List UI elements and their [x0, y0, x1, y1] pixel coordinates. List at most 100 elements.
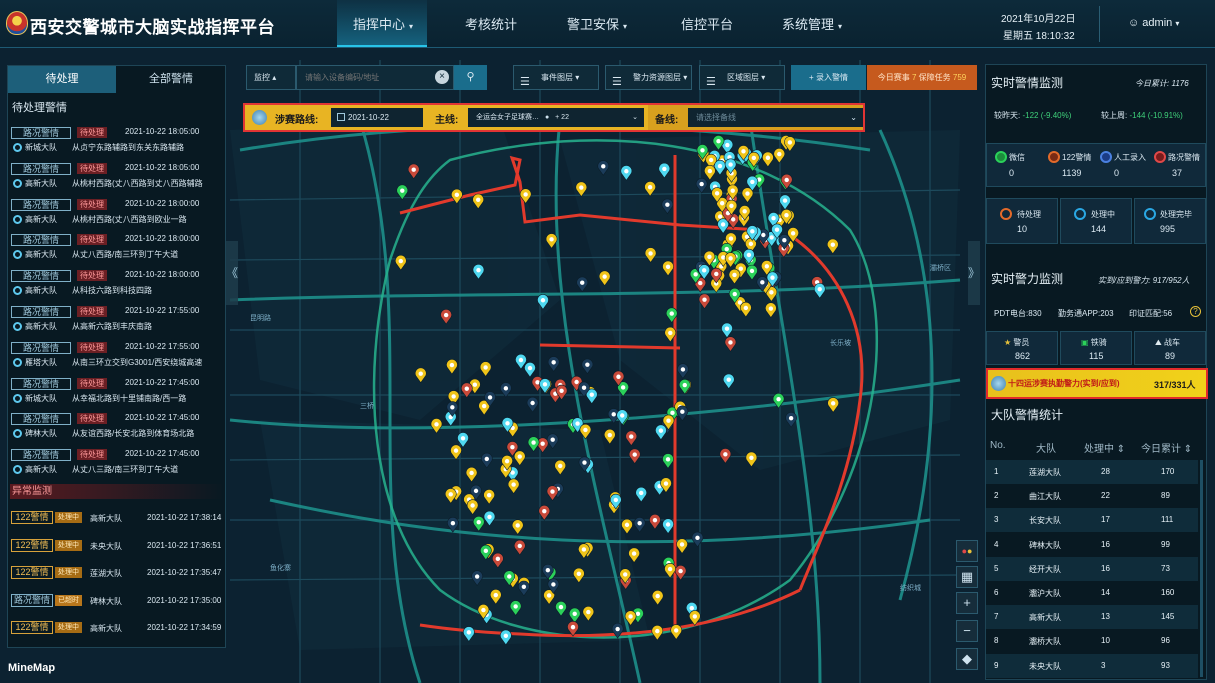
status-card-done[interactable]: 处理完毕 995: [1134, 198, 1206, 244]
anomaly-status-badge: 处理中: [55, 539, 82, 551]
map-marker-center: [742, 209, 747, 214]
clear-icon[interactable]: ×: [435, 70, 449, 84]
search-input[interactable]: [296, 65, 454, 90]
help-icon[interactable]: ?: [1190, 306, 1201, 317]
police-layer-button[interactable]: ☰ 警力资源图层 ▾: [605, 65, 692, 90]
table-row[interactable]: 7 高新大队 13 145: [986, 605, 1198, 630]
anomaly-list-item[interactable]: 路况警情 已超时 碑林大队 2021-10-22 17:35:00: [8, 589, 227, 613]
alarm-time: 2021-10-22 17:45:00: [125, 377, 200, 387]
alarm-list-item[interactable]: 路况警情 待处理 2021-10-22 18:05:00 新城大队 从贞宁东路辅路到东关…: [8, 124, 227, 160]
route-label: 涉赛路线:: [275, 115, 319, 126]
table-row[interactable]: 1 莲湖大队 28 170: [986, 460, 1198, 484]
username: admin: [1142, 17, 1173, 29]
row-total: 73: [1161, 563, 1170, 573]
record-alarm-button[interactable]: + 录入警情: [791, 65, 866, 90]
alarm-list-item[interactable]: 路况警情 待处理 2021-10-22 18:00:00 高新大队 从桃村西路(丈八西路…: [8, 196, 227, 232]
map-marker-center: [728, 256, 733, 261]
area-layer-button[interactable]: ☰ 区域图层 ▾: [699, 65, 785, 90]
phone-icon: [1048, 151, 1060, 163]
unit-card-motorbikes[interactable]: ▣ 铁骑 115: [1060, 331, 1132, 365]
table-row[interactable]: 4 碑林大队 16 99: [986, 533, 1198, 557]
unit-card-officers[interactable]: ★ 警员 862: [986, 331, 1058, 365]
alarm-list-item[interactable]: 路况警情 待处理 2021-10-22 17:45:00 碑林大队 从友谊西路/长安北路…: [8, 410, 227, 446]
map-marker-center: [559, 388, 564, 394]
alarm-list-item[interactable]: 路况警情 待处理 2021-10-22 17:55:00 雁塔大队 从南三环立交到G30…: [8, 339, 227, 375]
compass-button[interactable]: ◆: [956, 648, 978, 670]
source-value: 1139: [1062, 168, 1082, 178]
map-marker-center: [527, 365, 533, 371]
nav-security[interactable]: 警卫安保 ▾: [567, 14, 627, 33]
map-marker-center: [717, 214, 723, 219]
map-marker-center: [701, 268, 707, 273]
table-row[interactable]: 5 经开大队 16 73: [986, 556, 1198, 581]
table-row[interactable]: 6 灞沪大队 14 160: [986, 581, 1198, 605]
alarm-list-item[interactable]: 路况警情 待处理 2021-10-22 17:45:00 新城大队 从幸福北路到十里铺南…: [8, 375, 227, 411]
svg-text:纺织城: 纺织城: [900, 583, 921, 592]
chevron-down-icon: ⌄: [632, 114, 638, 121]
table-row[interactable]: 2 曲江大队 22 89: [986, 484, 1198, 508]
location-icon: [13, 322, 22, 331]
event-force-highlight[interactable]: 十四运涉赛执勤警力(实到/应到) 317/331人: [986, 368, 1208, 399]
nav-system-admin[interactable]: 系统管理 ▾: [782, 14, 842, 33]
nav-signal-control[interactable]: 信控平台: [681, 14, 733, 33]
map-marker-center: [450, 520, 456, 526]
nav-command-center[interactable]: 指挥中心 ▾: [353, 14, 413, 33]
user-menu[interactable]: ☺ admin ▾: [1128, 17, 1179, 29]
map-marker-center: [570, 624, 576, 630]
alarm-status-badge: 待处理: [77, 127, 107, 138]
search-type-select[interactable]: 监控 ▴: [246, 65, 296, 90]
status-card-pending[interactable]: 待处理 10: [986, 198, 1058, 244]
source-value: 0: [1114, 168, 1120, 178]
alarm-list-item[interactable]: 路况警情 待处理 2021-10-22 18:00:00 高新大队 从科技六路到科技四路: [8, 267, 227, 303]
anomaly-list-item[interactable]: 122警情 处理中 高新大队 2021-10-22 17:38:14: [8, 506, 227, 530]
traffic-legend-button[interactable]: ●●: [956, 540, 978, 562]
collapse-left-handle[interactable]: 《: [226, 241, 238, 305]
map-marker-center: [411, 167, 416, 172]
tab-pending[interactable]: 待处理: [8, 66, 116, 93]
row-no: 1: [994, 467, 999, 476]
app-count: 勤务通APP:203: [1058, 309, 1114, 318]
pending-section-title: 待处理警情: [12, 102, 67, 114]
alarm-list-item[interactable]: 路况警情 待处理 2021-10-22 18:05:00 高新大队 从桃村西路(丈八西路…: [8, 160, 227, 196]
map-marker-center: [682, 382, 687, 388]
anomaly-list-item[interactable]: 122警情 处理中 莲湖大队 2021-10-22 17:35:47: [8, 561, 227, 585]
table-scrollbar[interactable]: [1200, 460, 1203, 677]
alarm-status-badge: 待处理: [77, 449, 107, 461]
tab-all-alarms[interactable]: 全部警情: [116, 66, 226, 93]
unit-card-vehicles[interactable]: ⛰ 战车 89: [1134, 331, 1206, 365]
collapse-right-handle[interactable]: 》: [968, 241, 980, 305]
today-events-box[interactable]: 今日赛事 7 保障任务 759: [867, 65, 977, 90]
source-value: 0: [1009, 168, 1015, 178]
source-label: 路况警情: [1168, 153, 1200, 162]
map-marker-center: [663, 481, 669, 486]
backup-line-select[interactable]: 请选择备线 ⌄: [688, 108, 863, 127]
map-marker-center: [679, 542, 685, 547]
nav-assessment[interactable]: 考核统计: [465, 14, 517, 33]
map-marker-center: [473, 488, 479, 494]
anomaly-list-item[interactable]: 122警情 处理中 未央大队 2021-10-22 17:36:51: [8, 534, 227, 558]
chevron-down-icon: ▾: [409, 22, 414, 31]
event-layer-button[interactable]: ☰ 事件图层 ▾: [513, 65, 599, 90]
basemap-switch-button[interactable]: ▦: [956, 566, 978, 588]
row-no: 5: [994, 563, 999, 573]
alarm-address: 从南三环立交到G3001/西安绕城高速: [72, 357, 203, 367]
anomaly-status-badge: 处理中: [55, 622, 82, 633]
alarm-list-item[interactable]: 路况警情 待处理 2021-10-22 17:45:00 高新大队 从丈八三路/南三环到…: [8, 446, 227, 482]
alarm-list-item[interactable]: 路况警情 待处理 2021-10-22 18:00:00 高新大队 从丈八西路/南三环到…: [8, 231, 227, 267]
map-marker-center: [702, 297, 707, 302]
anomaly-list-item[interactable]: 122警情 处理中 高新大队 2021-10-22 17:34:59: [8, 616, 227, 640]
alarm-list-item[interactable]: 路况警情 待处理 2021-10-22 17:55:00 高新大队 从高新六路到丰庆南路: [8, 303, 227, 339]
map-marker-center: [665, 522, 671, 527]
table-row[interactable]: 8 灞桥大队 10 96: [986, 629, 1198, 653]
search-button[interactable]: ⚲: [454, 65, 487, 90]
map-marker-center: [720, 222, 726, 227]
status-card-processing[interactable]: 处理中 144: [1060, 198, 1132, 244]
table-row[interactable]: 3 长安大队 17 111: [986, 508, 1198, 533]
zoom-in-button[interactable]: +: [956, 592, 978, 614]
col-total-sort[interactable]: 今日累计 ⇕: [1141, 440, 1192, 455]
zoom-out-button[interactable]: −: [956, 620, 978, 642]
table-row[interactable]: 9 未央大队 3 93: [986, 653, 1198, 678]
map-marker-center: [746, 252, 752, 258]
main-line-select[interactable]: 全运会女子足球赛… ● + 22 ⌄: [468, 108, 644, 127]
col-processing-sort[interactable]: 处理中 ⇕: [1084, 440, 1125, 455]
